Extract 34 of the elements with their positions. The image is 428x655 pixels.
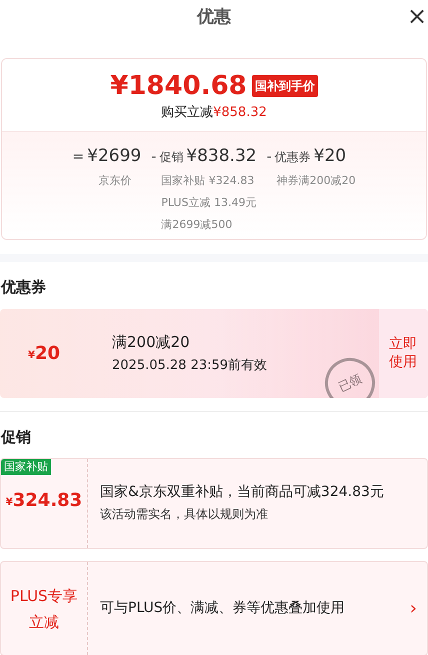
operator-sign: = — [72, 148, 84, 167]
coupon-validity: 2025.05.28 23:59前有效 — [112, 356, 268, 374]
promo-description: 可与PLUS价、满减、券等优惠叠加使用 — [100, 599, 346, 618]
breakdown-note: 京东价 — [98, 172, 132, 188]
breakdown-amount: ¥20 — [314, 145, 346, 168]
breakdown-label: 促销 — [159, 149, 184, 166]
operator-sign: - — [151, 148, 156, 167]
price-badge: 国补到手价 — [252, 75, 318, 97]
final-price: ¥1840.68 — [110, 73, 247, 99]
section-heading: 促销 — [0, 426, 32, 448]
breakdown-note: PLUS立减 13.49元 — [161, 194, 258, 210]
breakdown-amount: ¥838.32 — [186, 145, 257, 168]
breakdown-note: 国家补贴 ¥324.83 — [161, 172, 256, 188]
dialog-title: 优惠 — [197, 6, 231, 30]
section-heading: 优惠券 — [0, 277, 47, 298]
subsidy-tag: 国家补贴 — [1, 459, 51, 475]
saving-label: 购买立减 — [161, 104, 214, 122]
promo-description: 国家&京东双重补贴，当前商品可减324.83元 — [100, 484, 385, 501]
promo-note: 该活动需实名，具体以规则为准 — [100, 506, 269, 523]
promo-amount: 324.83 — [12, 489, 82, 513]
operator-sign: - — [266, 148, 272, 167]
breakdown-note: 神券满200减20 — [276, 172, 356, 188]
coupon-currency: ¥ — [28, 348, 35, 362]
close-button[interactable]: × — [406, 4, 428, 28]
coupon-title: 满200减20 — [112, 332, 191, 353]
chevron-icon[interactable]: › — [410, 595, 417, 622]
breakdown-note: 满2699减500 — [161, 216, 234, 232]
promo-currency: ¥ — [6, 496, 13, 510]
breakdown-label: 优惠券 — [274, 149, 311, 166]
coupon-amount: 20 — [34, 342, 60, 366]
saving-amount: ¥858.32 — [213, 104, 267, 122]
use-now-button[interactable]: 立即使用 — [379, 308, 428, 398]
breakdown-amount: ¥2699 — [87, 145, 142, 168]
plus-label: PLUS专享立减 — [9, 586, 79, 632]
